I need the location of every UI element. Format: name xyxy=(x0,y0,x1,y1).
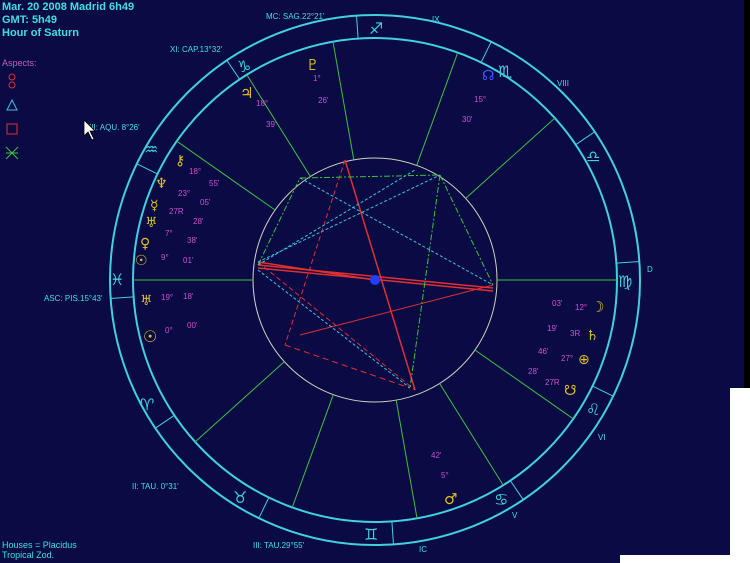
node-minute: 30' xyxy=(462,115,473,124)
descendant-label: D xyxy=(647,265,653,274)
house-ii-label: II: TAU. 0°31' xyxy=(132,482,179,491)
neptune-icon: ♆ xyxy=(155,176,168,192)
taurus-glyph-icon: ♉ xyxy=(233,488,247,507)
left-deg-4: 9° xyxy=(161,253,169,262)
left-deg-2: 27R xyxy=(169,207,184,216)
edge-strip-bottom xyxy=(620,555,750,563)
south-node-icon: ☋ xyxy=(564,383,576,399)
chart-header: Mar. 20 2008 Madrid 6h49 GMT: 5h49 Hour … xyxy=(2,1,134,40)
left-deg-1: 23° xyxy=(178,189,190,198)
asc-min-1: 00' xyxy=(187,321,198,330)
mars-minute: 42' xyxy=(431,451,442,460)
asc-label: ASC: PIS.15°43' xyxy=(44,294,103,303)
mercury-icon: ☿ xyxy=(150,198,159,214)
node-icon: ☊ xyxy=(482,68,494,84)
house-ix-label: IX xyxy=(432,15,440,24)
house-xi-label: XI: CAP.13°32' xyxy=(170,45,223,54)
left-min-3: 38' xyxy=(187,236,198,245)
virgo-glyph-icon: ♍ xyxy=(618,272,632,291)
mars-degree: 5° xyxy=(441,471,449,480)
astrology-chart-window: ♐ ♏ ♎ ♍ ♌ ♋ ♊ ♉ ♈ ♓ ♒ ♑ ♇ ♃ ☊ ⚷ ♆ ☿ ♅ ♀ … xyxy=(0,0,750,563)
right-deg-2: 27° xyxy=(561,354,573,363)
pluto-minute: 26' xyxy=(318,96,329,105)
aquarius-glyph-icon: ♒ xyxy=(144,140,158,159)
moon-icon: ☽ xyxy=(591,298,604,316)
left-deg-0: 18° xyxy=(189,167,201,176)
aries-glyph-icon: ♈ xyxy=(140,395,154,414)
right-deg-1: 3R xyxy=(570,329,580,338)
capricorn-glyph-icon: ♑ xyxy=(237,57,251,76)
left-min-0: 55' xyxy=(209,179,220,188)
leo-glyph-icon: ♌ xyxy=(586,400,600,419)
venus-icon: ♀ xyxy=(140,236,150,252)
right-min-0: 03' xyxy=(552,299,563,308)
fortune-icon: ⊕ xyxy=(578,352,590,368)
asc-deg-0: 19° xyxy=(161,293,173,302)
ic-label: IC xyxy=(419,545,427,554)
chiron-icon: ⚷ xyxy=(175,153,185,169)
pluto-icon: ♇ xyxy=(306,56,319,74)
right-min-2: 46' xyxy=(538,347,549,356)
saturn-degree: 18° xyxy=(256,99,268,108)
center-dot xyxy=(370,275,380,285)
saturn-minute: 39' xyxy=(266,120,277,129)
chart-canvas: ♐ ♏ ♎ ♍ ♌ ♋ ♊ ♉ ♈ ♓ ♒ ♑ ♇ ♃ ☊ ⚷ ♆ ☿ ♅ ♀ … xyxy=(0,0,750,563)
right-min-3: 28' xyxy=(528,367,539,376)
left-min-4: 01' xyxy=(183,256,194,265)
left-min-1: 05' xyxy=(200,198,211,207)
edge-strip xyxy=(730,388,750,563)
house-viii-label: VIII xyxy=(557,79,569,88)
sun-icon: ☉ xyxy=(135,253,148,269)
pisces-glyph-icon: ♓ xyxy=(110,270,124,289)
asc-min-0: 18' xyxy=(183,292,194,301)
left-deg-3: 7° xyxy=(165,229,173,238)
libra-glyph-icon: ♎ xyxy=(586,147,600,166)
aspects-title: Aspects: xyxy=(2,58,37,68)
house-iii-label: III: TAU.29°55' xyxy=(253,541,305,550)
asc-deg-1: 0° xyxy=(165,326,173,335)
house-vi-label: VI xyxy=(598,433,606,442)
header-line-hour: Hour of Saturn xyxy=(2,27,79,39)
sun-asc-icon: ☉ xyxy=(143,327,157,346)
mars-icon: ♂ xyxy=(444,490,457,508)
left-min-2: 28' xyxy=(193,217,204,226)
footer-zodiac: Tropical Zod. xyxy=(2,550,55,560)
right-deg-3: 27R xyxy=(545,378,560,387)
uranus-asc-icon: ♅ xyxy=(140,293,153,309)
scorpio-glyph-icon: ♏ xyxy=(498,62,512,81)
mc-label: MC: SAG.22°21' xyxy=(266,12,325,21)
chart-footer: Houses = Placidus Tropical Zod. xyxy=(2,540,77,560)
pluto-degree: 1° xyxy=(313,74,321,83)
right-deg-0: 12° xyxy=(575,303,587,312)
house-v-label: V xyxy=(512,511,518,520)
header-line-date: Mar. 20 2008 Madrid 6h49 xyxy=(2,1,135,13)
header-line-gmt: GMT: 5h49 xyxy=(2,14,58,26)
right-min-1: 19' xyxy=(547,324,558,333)
footer-houses: Houses = Placidus xyxy=(2,540,77,550)
uranus-icon: ♅ xyxy=(145,215,158,231)
cancer-glyph-icon: ♋ xyxy=(494,490,508,509)
gemini-glyph-icon: ♊ xyxy=(364,525,378,544)
sagittarius-glyph-icon: ♐ xyxy=(369,19,383,38)
node-degree: 15° xyxy=(474,95,486,104)
saturn-icon: ♃ xyxy=(240,84,253,102)
saturn-right-icon: ♄ xyxy=(586,328,599,344)
